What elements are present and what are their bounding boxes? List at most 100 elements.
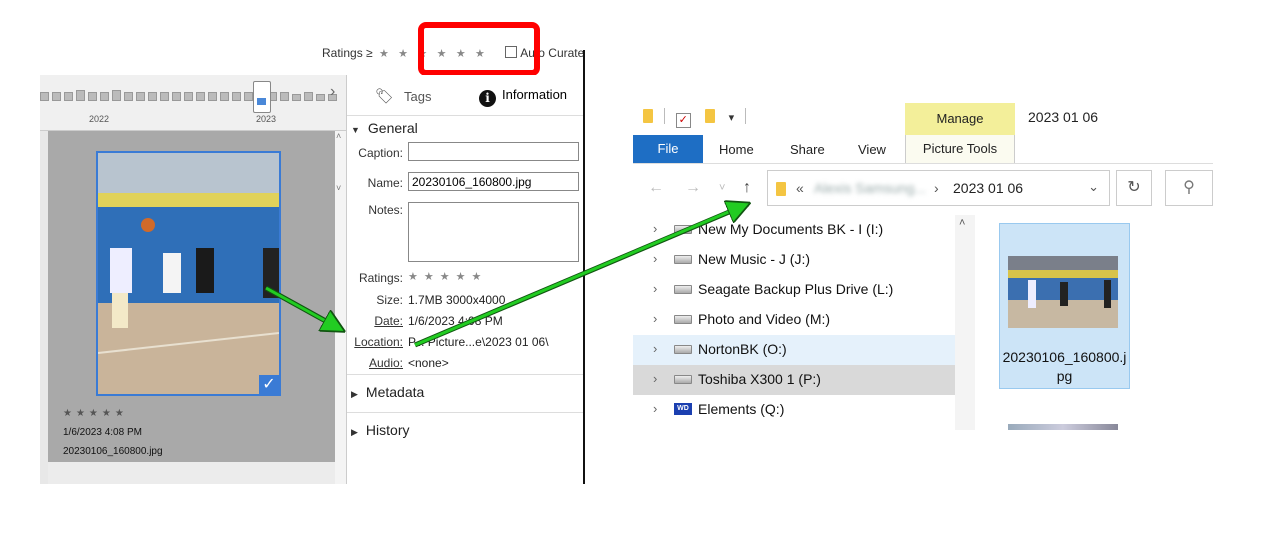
section-general[interactable]: ▼ General (351, 120, 418, 136)
drive-icon (674, 315, 692, 324)
section-metadata-title: Metadata (365, 384, 425, 400)
ribbon-tabs: File Home Share View Picture Tools (633, 135, 1213, 164)
timeline-bar[interactable] (196, 92, 205, 101)
scroll-up-icon[interactable]: ˄ (959, 217, 965, 229)
audio-label[interactable]: Audio: (349, 356, 403, 370)
tree-item[interactable]: › NortonBK (O:) (633, 335, 955, 365)
chevron-right-icon[interactable]: › (653, 371, 657, 386)
timeline-bar[interactable] (40, 92, 49, 101)
tree-item[interactable]: › Photo and Video (M:) (633, 305, 955, 335)
tab-share[interactable]: Share (790, 142, 825, 157)
address-dropdown-icon[interactable]: ⌄ (1088, 179, 1099, 195)
tree-item[interactable]: › Toshiba X300 1 (P:) (633, 365, 955, 395)
back-arrow-icon[interactable]: ← (648, 179, 664, 197)
timeline-bar[interactable] (316, 94, 325, 101)
next-file-thumbnail-partial[interactable] (1008, 424, 1118, 430)
chevron-right-icon[interactable]: › (653, 341, 657, 356)
tree-item[interactable]: › WD Elements (Q:) (633, 395, 955, 425)
tab-home[interactable]: Home (719, 142, 754, 157)
section-metadata[interactable]: ▶ Metadata (351, 384, 424, 400)
timeline-bar[interactable] (64, 92, 73, 101)
chevron-right-icon[interactable]: › (653, 311, 657, 326)
thumbnail-rating-stars[interactable]: ★★★★★ (63, 404, 163, 423)
tree-item[interactable]: › New My Documents BK - I (I:) (633, 215, 955, 245)
tab-file[interactable]: File (633, 135, 703, 163)
timeline-bar[interactable] (280, 92, 289, 101)
search-box[interactable]: ⚲ (1165, 170, 1213, 206)
section-history[interactable]: ▶ History (351, 422, 409, 438)
timeline-bar[interactable] (172, 92, 181, 101)
timeline-bar[interactable] (184, 92, 193, 101)
section-history-title: History (365, 422, 410, 438)
scroll-up-icon[interactable]: ˄ (336, 131, 341, 141)
tab-view[interactable]: View (858, 142, 886, 157)
address-current-folder[interactable]: 2023 01 06 (953, 180, 1023, 196)
timeline-bar[interactable] (88, 92, 97, 101)
tab-tags[interactable]: 🏷 Tags (375, 87, 432, 105)
timeline-bar[interactable] (136, 92, 145, 101)
tab-information-label: Information (502, 87, 568, 102)
red-highlight-box (418, 22, 540, 76)
timeline-bar[interactable] (52, 92, 61, 101)
timeline-bar[interactable] (76, 90, 85, 101)
address-blurred-segment[interactable]: Alexis Samsung... (814, 180, 926, 196)
timeline-strip[interactable]: 2022 2023 › (40, 75, 346, 131)
timeline-bar[interactable] (112, 90, 121, 101)
location-label[interactable]: Location: (349, 335, 403, 349)
timeline-bar[interactable] (220, 92, 229, 101)
window-title: 2023 01 06 (1028, 109, 1099, 125)
info-panel: 🏷 Tags i Information ▼ General Caption: Nam… (346, 75, 584, 484)
timeline-bar[interactable] (292, 94, 301, 101)
notes-textarea[interactable] (408, 202, 579, 262)
chevron-right-icon[interactable]: › (653, 401, 657, 416)
timeline-bar[interactable] (148, 92, 157, 101)
star-icon[interactable]: ★ (379, 48, 389, 60)
tree-item-label: Seagate Backup Plus Drive (L:) (698, 281, 894, 297)
timeline-bar[interactable] (100, 92, 109, 101)
timeline-bar[interactable] (304, 92, 313, 101)
tree-scrollbar[interactable]: ˄ (955, 215, 975, 430)
folder-icon[interactable] (643, 109, 653, 123)
address-overflow-icon[interactable]: « (796, 180, 804, 196)
timeline-handle-marker (257, 98, 266, 105)
customize-toolbar-icon[interactable]: ▾ (729, 112, 735, 124)
chevron-right-icon[interactable]: › (653, 221, 657, 236)
timeline-bar[interactable] (232, 92, 241, 101)
search-icon: ⚲ (1183, 179, 1195, 196)
location-value: P... Picture...e\2023 01 06\ (408, 335, 549, 349)
notes-label: Notes: (368, 203, 403, 217)
address-separator-icon[interactable]: › (934, 180, 939, 196)
date-label[interactable]: Date: (349, 314, 403, 328)
recent-locations-chevron-icon[interactable]: ˅ (719, 182, 725, 194)
drive-icon (674, 255, 692, 264)
tree-item[interactable]: › New Music - J (J:) (633, 245, 955, 275)
timeline-bar[interactable] (160, 92, 169, 101)
up-arrow-icon[interactable]: ↑ (743, 179, 751, 197)
file-item[interactable]: 20230106_160800.jpg (999, 223, 1130, 389)
navigation-tree[interactable]: › New My Documents BK - I (I:) › New Music… (633, 215, 955, 430)
scroll-down-icon[interactable]: ˅ (336, 183, 341, 193)
tree-item[interactable]: › Seagate Backup Plus Drive (L:) (633, 275, 955, 305)
basketball-photo-image (1008, 256, 1118, 328)
chevron-right-icon[interactable]: › (653, 251, 657, 266)
address-bar[interactable]: « Alexis Samsung... › 2023 01 06 ⌄ (767, 170, 1110, 206)
timeline-handle[interactable] (253, 81, 271, 113)
caption-input[interactable] (408, 142, 579, 161)
ratings-stars[interactable]: ★★★★★ (408, 270, 487, 283)
refresh-button[interactable]: ↻ (1116, 170, 1152, 206)
timeline-bar[interactable] (244, 92, 253, 101)
timeline-scroll-right-icon[interactable]: › (330, 83, 335, 101)
star-icon[interactable]: ★ (398, 48, 408, 60)
tab-information[interactable]: i Information (479, 87, 567, 107)
properties-check-icon[interactable]: ✓ (675, 113, 691, 128)
timeline-bar[interactable] (124, 92, 133, 101)
selected-check-icon[interactable]: ✓ (259, 375, 279, 395)
manage-contextual-tab[interactable]: Manage (905, 103, 1015, 135)
timeline-bar[interactable] (208, 92, 217, 101)
new-folder-icon[interactable] (704, 109, 715, 123)
photo-thumbnail[interactable] (96, 151, 281, 396)
name-input[interactable] (408, 172, 579, 191)
chevron-right-icon[interactable]: › (653, 281, 657, 296)
tab-picture-tools[interactable]: Picture Tools (905, 135, 1015, 163)
forward-arrow-icon[interactable]: → (685, 179, 701, 197)
